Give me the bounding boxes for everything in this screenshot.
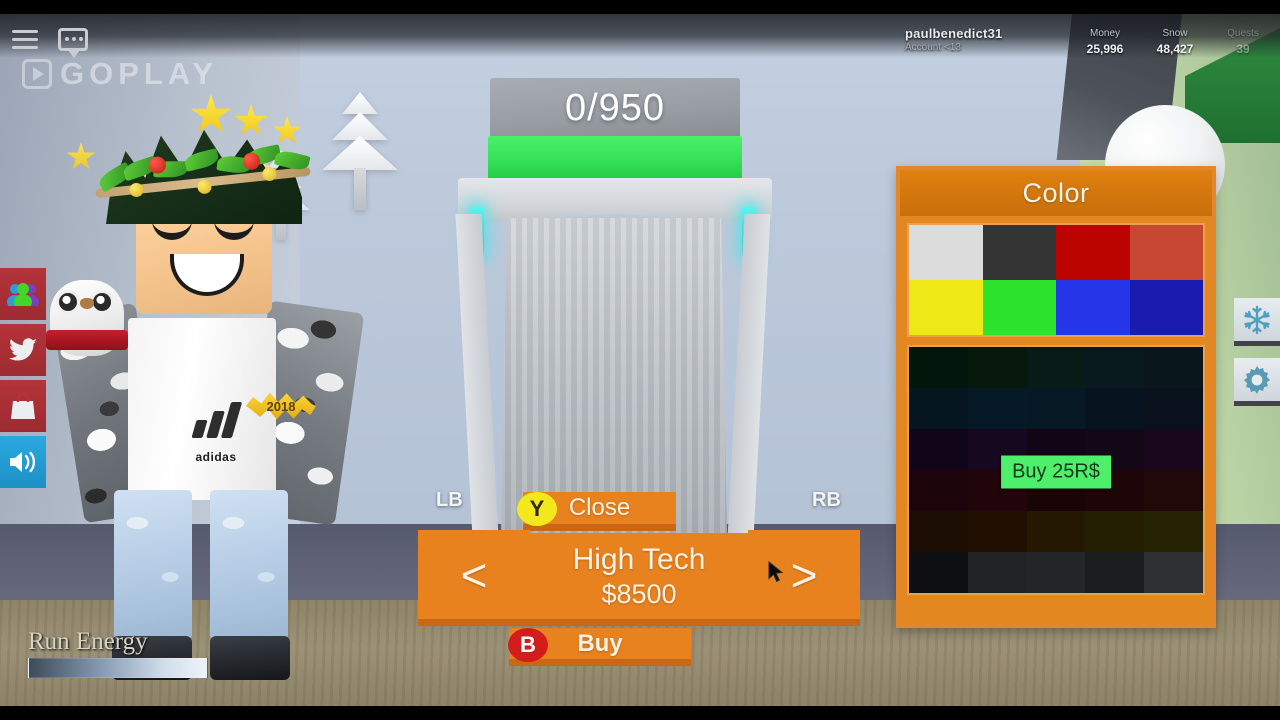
mouse-cursor — [768, 561, 784, 582]
locked-color-swatch-23 — [1085, 511, 1145, 552]
locked-color-swatch-2 — [1026, 347, 1086, 388]
locked-color-swatch-19 — [1144, 470, 1203, 511]
shop-item-price: $8500 — [601, 578, 677, 609]
unlocked-swatch-grid — [907, 223, 1205, 337]
locked-color-swatch-15 — [909, 470, 968, 511]
locked-color-swatch-28 — [1085, 552, 1145, 593]
locked-color-swatch-5 — [909, 388, 968, 429]
twitter-icon — [9, 338, 37, 361]
locked-color-swatch-7 — [1026, 388, 1086, 429]
shop-item-name: High Tech — [572, 542, 706, 576]
locked-color-swatch-1 — [967, 347, 1027, 388]
stat-quests: Quests 39 — [1198, 28, 1280, 56]
player-info: paulbenedict31 Account <13 — [905, 26, 1002, 53]
buy-robux-button[interactable]: Buy 25R$ — [1001, 455, 1111, 489]
star-4 — [66, 142, 96, 170]
game-screen: adidas 2018 0/950 paulbenedict31 Account… — [0, 0, 1280, 720]
previous-item-button[interactable]: < — [418, 530, 530, 626]
player-account-age: Account <13 — [905, 42, 961, 53]
adidas-wordmark: adidas — [195, 450, 237, 464]
right-rail — [1234, 298, 1280, 418]
locked-color-swatch-26 — [967, 552, 1027, 593]
friends-icon — [7, 283, 39, 306]
run-energy-bar — [28, 658, 208, 678]
gear-icon — [1244, 365, 1270, 394]
shop-panel: Close < > High Tech $8500 Buy — [414, 486, 866, 678]
sidebar-item-twitter[interactable] — [0, 324, 46, 376]
locked-color-swatch-27 — [1026, 552, 1086, 593]
color-swatch-0[interactable] — [909, 225, 983, 280]
machine-counter: 0/950 — [564, 86, 666, 129]
sidebar-item-sound[interactable] — [0, 436, 46, 488]
color-swatch-6[interactable] — [1056, 280, 1130, 335]
chat-icon[interactable] — [58, 28, 88, 58]
adidas-logo-icon — [188, 402, 244, 448]
color-panel-title: Color — [900, 170, 1212, 216]
locked-color-swatch-10 — [909, 429, 968, 470]
sidebar-item-friends[interactable] — [0, 268, 46, 320]
color-swatch-3[interactable] — [1129, 225, 1203, 280]
locked-color-swatch-14 — [1144, 429, 1203, 470]
gamepad-y-button[interactable]: Y — [517, 492, 557, 526]
machine-progress-bar — [488, 136, 742, 182]
run-energy-label: Run Energy — [28, 628, 148, 655]
color-swatch-1[interactable] — [982, 225, 1056, 280]
social-rail — [0, 268, 46, 492]
hamburger-menu-icon[interactable] — [12, 30, 38, 50]
color-swatch-7[interactable] — [1129, 280, 1203, 335]
locked-color-swatch-0 — [909, 347, 968, 388]
letterbox-bottom — [0, 706, 1280, 720]
badge-2018: 2018 — [246, 390, 316, 422]
sidebar-item-shop[interactable] — [0, 380, 46, 432]
color-panel: Color Buy 25R$ — [896, 166, 1216, 628]
locked-color-swatch-21 — [967, 511, 1027, 552]
star-2 — [234, 104, 268, 135]
letterbox-top — [0, 0, 1280, 14]
locked-color-swatch-25 — [909, 552, 968, 593]
gamepad-b-button[interactable]: B — [508, 628, 548, 662]
locked-color-swatch-29 — [1144, 552, 1203, 593]
goplay-watermark: GOPLAY — [22, 56, 218, 92]
sidebar-item-snow[interactable] — [1234, 298, 1280, 346]
star-1 — [190, 94, 232, 133]
sidebar-item-settings[interactable] — [1234, 358, 1280, 406]
locked-color-swatch-3 — [1085, 347, 1145, 388]
shop-bag-icon — [11, 392, 35, 419]
owl-shoulder-pet — [44, 262, 130, 358]
watermark-text: GOPLAY — [60, 56, 219, 91]
next-item-button[interactable]: > — [748, 530, 860, 626]
snowflake-icon — [1244, 305, 1270, 334]
chat-dots-icon — [65, 37, 83, 41]
stat-quests-value: 39 — [1236, 42, 1250, 56]
locked-color-swatch-20 — [909, 511, 968, 552]
play-icon — [22, 59, 52, 89]
run-energy-hud: Run Energy — [28, 628, 228, 678]
stat-quests-label: Quests — [1227, 28, 1259, 39]
locked-swatch-section: Buy 25R$ — [907, 345, 1205, 595]
locked-color-swatch-8 — [1085, 388, 1145, 429]
machine-crossbar — [458, 178, 772, 224]
locked-color-swatch-4 — [1144, 347, 1203, 388]
locked-color-swatch-24 — [1144, 511, 1203, 552]
shop-item-display: High Tech $8500 — [530, 533, 748, 626]
locked-color-swatch-22 — [1026, 511, 1086, 552]
locked-color-swatch-9 — [1144, 388, 1203, 429]
color-swatch-4[interactable] — [909, 280, 983, 335]
sound-icon — [10, 451, 36, 473]
locked-color-swatch-6 — [967, 388, 1027, 429]
player-avatar: adidas 2018 — [10, 90, 390, 680]
player-username: paulbenedict31 — [905, 26, 1003, 41]
color-swatch-5[interactable] — [982, 280, 1056, 335]
color-swatch-2[interactable] — [1056, 225, 1130, 280]
